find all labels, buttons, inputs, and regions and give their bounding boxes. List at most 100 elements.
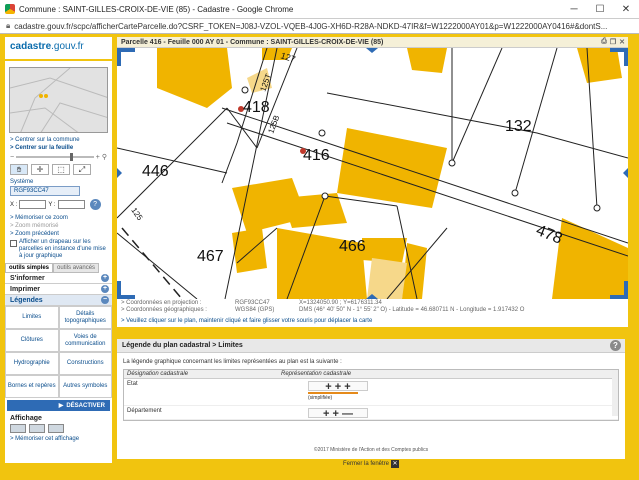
legend-scrollbar[interactable] — [612, 370, 618, 416]
help-icon[interactable]: ? — [610, 340, 621, 351]
close-icon[interactable]: ✕ — [391, 460, 400, 468]
legend-item-autres[interactable]: Autres symboles — [58, 375, 112, 398]
legend-title: Légende du plan cadastral > Limites — [122, 342, 243, 349]
parcel-132[interactable]: 132 — [505, 118, 532, 135]
memo-zoom-link[interactable]: > Mémoriser ce zoom — [5, 214, 112, 222]
legend-categories: Limites Détails topographiques Clôtures … — [5, 306, 112, 398]
display-plan-icon[interactable] — [10, 424, 26, 433]
coord-geo-value: DMS (46° 40' 50" N - 1° 55' 2" O) - Lati… — [299, 307, 525, 313]
map-tools: ✋︎ ✛ ⬚ ⤢ — [5, 162, 112, 177]
map-help-text: > Veuillez cliquer sur le plan, mainteni… — [117, 317, 628, 327]
legend-col-representation: Représentation cadastrale — [281, 371, 352, 377]
xy-row: X : Y : ? — [5, 197, 112, 212]
legend-panel: Légende du plan cadastral > Limites ? La… — [117, 339, 625, 459]
maximize-button[interactable]: ☐ — [587, 0, 613, 19]
expand-icon[interactable]: + — [101, 285, 109, 293]
close-label: Fermer la fenêtre — [342, 461, 390, 467]
url-text[interactable]: cadastre.gouv.fr/scpc/afficherCarteParce… — [14, 22, 607, 31]
zoom-slider[interactable]: − + ⚲ — [5, 152, 112, 162]
menu-label: Légendes — [10, 296, 43, 304]
desactiver-label: DÉSACTIVER — [66, 402, 105, 409]
legend-row-symbol-cell: + + + (simplifiée) — [278, 379, 618, 405]
legend-item-constructions[interactable]: Constructions — [58, 352, 112, 375]
menu-label: Imprimer — [10, 285, 40, 293]
menu-legendes[interactable]: Légendes − — [5, 295, 112, 306]
coord-geo-system: WGS84 (GPS) — [235, 307, 275, 313]
coord-geo-label: > Coordonnées géographiques : — [121, 307, 207, 313]
memo-affichage-link[interactable]: > Mémoriser cet affichage — [5, 435, 112, 443]
overview-marker — [39, 94, 43, 98]
close-window-button[interactable]: ✕ — [613, 0, 639, 19]
tools-tabs: outils simples outils avancés — [5, 263, 112, 273]
minimize-button[interactable]: ─ — [561, 0, 587, 19]
page: cadastre.gouv.fr > Centrer sur la commun… — [0, 34, 639, 480]
expand-icon[interactable]: + — [101, 274, 109, 282]
tab-outils-avances[interactable]: outils avancés — [53, 263, 100, 273]
parcel-466[interactable]: 466 — [339, 238, 366, 255]
menu-label: S'informer — [10, 274, 45, 282]
legend-item-hydrographie[interactable]: Hydrographie — [5, 352, 59, 375]
legend-intro: La légende graphique concernant les limi… — [123, 359, 342, 365]
legend-header: Légende du plan cadastral > Limites ? — [117, 339, 625, 353]
legend-item-bornes[interactable]: Bornes et repères — [5, 375, 59, 398]
pan-tool-icon[interactable]: ✋︎ — [10, 164, 28, 175]
parcel-418[interactable]: 418 — [243, 99, 270, 116]
zoom-precedent-link[interactable]: > Zoom précédent — [5, 230, 112, 238]
systeme-label: Système — [10, 179, 34, 185]
zoom-out-icon[interactable]: − — [10, 154, 14, 161]
y-label: Y : — [48, 201, 56, 208]
desactiver-button[interactable]: ▶ DÉSACTIVER — [7, 400, 110, 411]
legend-item-limites[interactable]: Limites — [5, 306, 59, 329]
locate-button[interactable]: ? — [89, 199, 101, 210]
zoom-in-icon[interactable]: + — [96, 154, 100, 161]
close-icon[interactable]: ✕ — [619, 38, 625, 46]
window-icon[interactable]: ❐ — [610, 38, 616, 46]
parcel-467[interactable]: 467 — [197, 248, 224, 265]
copyright: ©2017 Ministère de l'Action et des Compt… — [313, 447, 429, 453]
menu-imprimer[interactable]: Imprimer + — [5, 284, 112, 295]
coord-proj-label: > Coordonnées en projection : — [121, 300, 202, 306]
map-panel: Parcelle 416 - Feuille 000 AY 01 - Commu… — [117, 37, 628, 327]
left-panel: cadastre.gouv.fr > Centrer sur la commun… — [5, 37, 112, 463]
menu-s-informer[interactable]: S'informer + — [5, 273, 112, 284]
legend-item-clotures[interactable]: Clôtures — [5, 329, 59, 352]
legend-item-voies[interactable]: Voies de communication — [58, 329, 112, 352]
map-title-bar: Parcelle 416 - Feuille 000 AY 01 - Commu… — [117, 37, 628, 48]
legend-row-symbol-cell: + + — — [278, 406, 618, 420]
display-mixed-icon[interactable] — [48, 424, 64, 433]
address-bar[interactable]: 🔒︎ cadastre.gouv.fr/scpc/afficherCartePa… — [0, 19, 639, 34]
legend-row-label: Etat — [127, 381, 138, 387]
zoom-memorise-link: > Zoom mémorisé — [10, 223, 59, 229]
center-feuille-link[interactable]: > Centrer sur la feuille — [5, 144, 112, 152]
center-tool-icon[interactable]: ✛ — [31, 164, 49, 175]
site-logo[interactable]: cadastre.gouv.fr — [5, 37, 112, 61]
legend-table-header: Désignation cadastrale Représentation ca… — [124, 370, 618, 379]
cadastral-map[interactable]: 418 416 132 446 467 466 478 127 125T 125… — [117, 48, 628, 299]
print-icon[interactable]: ⎙ — [601, 38, 607, 46]
center-commune-link[interactable]: > Centrer sur la commune — [5, 136, 112, 144]
magnifier-icon[interactable]: ⚲ — [102, 153, 107, 161]
x-label: X : — [10, 201, 18, 208]
display-ortho-icon[interactable] — [29, 424, 45, 433]
y-input[interactable] — [57, 200, 85, 209]
affichage-heading: Affichage — [10, 415, 42, 422]
tab-outils-simples[interactable]: outils simples — [5, 263, 54, 273]
drapeau-checkbox[interactable] — [10, 240, 17, 247]
legend-item-details[interactable]: Détails topographiques — [58, 306, 112, 329]
zoom-box-icon[interactable]: ⬚ — [52, 164, 70, 175]
systeme-select[interactable]: RGF93CC47 — [10, 186, 80, 196]
close-window-link[interactable]: Fermer la fenêtre ✕ — [117, 460, 625, 468]
logo-sub: .gouv.fr — [51, 41, 84, 52]
table-row: Etat + + + (simplifiée) — [124, 379, 618, 406]
drapeau-option[interactable]: Afficher un drapeau sur les parcelles en… — [5, 238, 112, 261]
overview-map[interactable] — [9, 67, 108, 133]
parcel-446[interactable]: 446 — [142, 163, 169, 180]
drapeau-label: Afficher un drapeau sur les parcelles en… — [19, 239, 106, 259]
collapse-icon[interactable]: − — [101, 296, 109, 304]
x-input[interactable] — [19, 200, 47, 209]
legend-row-label: Département — [127, 408, 162, 414]
full-extent-icon[interactable]: ⤢ — [73, 164, 91, 175]
parcel-416[interactable]: 416 — [303, 147, 330, 164]
lock-icon: 🔒︎ — [6, 21, 11, 30]
logo-main: cadastre — [10, 41, 52, 52]
